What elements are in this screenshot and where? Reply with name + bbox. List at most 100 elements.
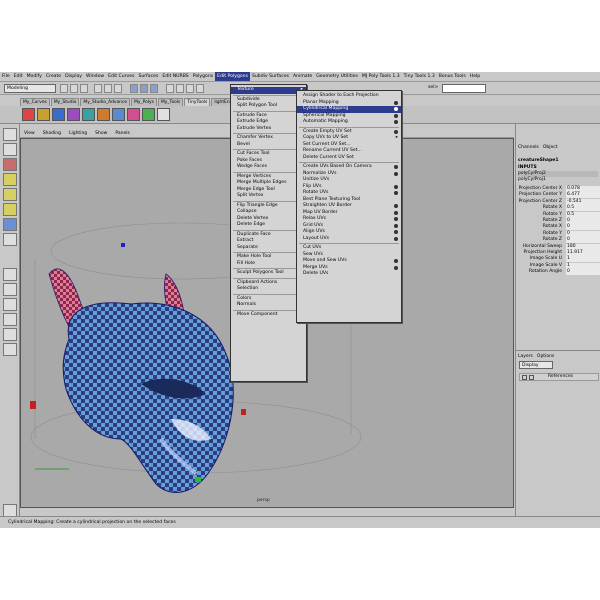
new-scene-icon[interactable] <box>60 84 68 93</box>
option-box-icon[interactable] <box>394 113 398 118</box>
channel-attr-row[interactable]: Image Scale U 1 <box>518 256 600 263</box>
split-icon[interactable] <box>157 108 170 121</box>
plane-icon[interactable] <box>82 108 95 121</box>
menu-item-fill-hole[interactable]: Fill Hole <box>231 261 306 268</box>
menu-display[interactable]: Display <box>63 72 84 81</box>
channel-attr-value[interactable]: 0 <box>566 224 600 231</box>
menu-item-texture[interactable]: Texture▸ <box>231 87 306 94</box>
layer-row[interactable]: References <box>519 373 599 381</box>
option-box-icon[interactable] <box>394 171 398 176</box>
menu-item-bevel[interactable]: Bevel <box>231 142 306 149</box>
snap-point-icon[interactable] <box>150 84 158 93</box>
channel-attr-value[interactable]: 6.477 <box>566 192 600 199</box>
select-hierarchy-icon[interactable] <box>94 84 102 93</box>
select-tool-icon[interactable] <box>3 128 17 141</box>
panel-menu-lighting[interactable]: Lighting <box>65 131 91 136</box>
menu-edit-polygons[interactable]: Edit Polygons <box>215 72 250 81</box>
option-box-icon[interactable] <box>394 236 398 241</box>
menu-item-sculpt-polygons-tool[interactable]: Sculpt Polygons Tool <box>231 270 306 277</box>
layer-tab-layers[interactable]: Layers <box>516 354 535 359</box>
layout-two-icon[interactable] <box>3 298 17 311</box>
layout-hypershade-icon[interactable] <box>3 343 17 356</box>
smooth-icon[interactable] <box>127 108 140 121</box>
cylinder-icon[interactable] <box>52 108 65 121</box>
menu-item-delete-current-uv-set[interactable]: Delete Current UV Set <box>297 155 401 162</box>
panel-menu-shading[interactable]: Shading <box>39 131 65 136</box>
channel-attr-row[interactable]: Rotate Y 0.5 <box>518 211 600 218</box>
paint-select-tool-icon[interactable] <box>3 158 17 171</box>
channel-attr-value[interactable]: 0 <box>566 230 600 237</box>
option-box-icon[interactable] <box>394 217 398 222</box>
channel-attr-row[interactable]: Rotate X 0 <box>518 224 600 231</box>
shelf-tab-my-studio-advance[interactable]: My_Studio_Advance <box>80 98 131 106</box>
channel-tab-object[interactable]: Object <box>541 145 560 150</box>
menu-item-automatic-mapping[interactable]: Automatic Mapping <box>297 119 401 126</box>
channel-attr-value[interactable]: 0 <box>566 269 600 276</box>
menu-tiny-tools-1-3[interactable]: Tiny Tools 1.3 <box>402 72 437 81</box>
menu-help[interactable]: Help <box>468 72 482 81</box>
torus-icon[interactable] <box>67 108 80 121</box>
menu-edit-nurbs[interactable]: Edit NURBS <box>160 72 190 81</box>
menu-surfaces[interactable]: Surfaces <box>136 72 160 81</box>
snap-curve-icon[interactable] <box>140 84 148 93</box>
panel-menu-panels[interactable]: Panels <box>111 131 133 136</box>
menu-animate[interactable]: Animate <box>291 72 314 81</box>
shelf-tab-my-tools[interactable]: My_Tools <box>157 98 184 106</box>
channel-attr-value[interactable]: 1 <box>566 256 600 263</box>
option-box-icon[interactable] <box>394 204 398 209</box>
option-box-icon[interactable] <box>394 184 398 189</box>
channel-attr-value[interactable]: 0.5 <box>566 205 600 212</box>
rotate-tool-icon[interactable] <box>3 188 17 201</box>
menu-item-split-polygon-tool[interactable]: Split Polygon Tool <box>231 103 306 110</box>
layer-display-select[interactable]: Display <box>519 361 553 369</box>
option-box-icon[interactable] <box>394 259 398 264</box>
menu-polygons[interactable]: Polygons <box>191 72 215 81</box>
layout-outliner-icon[interactable] <box>3 313 17 326</box>
option-box-icon[interactable] <box>394 210 398 215</box>
channel-attr-row[interactable]: Rotate X 0.5 <box>518 205 600 212</box>
shelf-tab-my-studio[interactable]: My_Studio <box>50 98 80 106</box>
cube-icon[interactable] <box>22 108 35 121</box>
channel-attr-row[interactable]: Rotate Z 0 <box>518 237 600 244</box>
shelf-tab-my-curves[interactable]: My_Curves <box>20 98 50 106</box>
menu-item-move-component[interactable]: Move Component <box>231 312 306 319</box>
menu-edit-curves[interactable]: Edit Curves <box>106 72 136 81</box>
channel-attr-value[interactable]: 1 <box>566 262 600 269</box>
menu-file[interactable]: File <box>0 72 12 81</box>
menu-bonus-tools[interactable]: Bonus Tools <box>437 72 468 81</box>
select-component-icon[interactable] <box>114 84 122 93</box>
panel-menu-view[interactable]: View <box>20 131 39 136</box>
manipulator-tool-icon[interactable] <box>3 218 17 231</box>
menu-item-layout-uvs[interactable]: Layout UVs <box>297 236 401 243</box>
option-box-icon[interactable] <box>394 230 398 235</box>
menu-item-wedge-faces[interactable]: Wedge Faces <box>231 164 306 171</box>
ipr-render-icon[interactable] <box>186 84 194 93</box>
menu-mj-poly-tools-1-3[interactable]: MJ Poly Tools 1.3 <box>360 72 402 81</box>
channel-attr-value[interactable]: 11.917 <box>566 250 600 256</box>
quick-select-field[interactable] <box>442 84 486 93</box>
lasso-tool-icon[interactable] <box>3 143 17 156</box>
channel-attr-value[interactable]: 0.5 <box>566 211 600 218</box>
template-icon[interactable] <box>529 375 534 380</box>
channel-attr-value[interactable]: 180 <box>566 243 600 250</box>
save-scene-icon[interactable] <box>80 84 88 93</box>
extrude-icon[interactable] <box>142 108 155 121</box>
panel-menu-show[interactable]: Show <box>91 131 111 136</box>
cone-icon[interactable] <box>97 108 110 121</box>
shape-name[interactable]: creatureShape1 <box>518 158 598 164</box>
option-box-icon[interactable] <box>394 120 398 125</box>
option-box-icon[interactable] <box>394 100 398 105</box>
menu-window[interactable]: Window <box>84 72 106 81</box>
input-node-2[interactable]: polyCylProj1 <box>518 177 598 183</box>
render-globals-icon[interactable] <box>196 84 204 93</box>
menu-create[interactable]: Create <box>44 72 63 81</box>
shelf-tab-tinytools[interactable]: TinyTools <box>184 98 211 106</box>
menu-edit[interactable]: Edit <box>12 72 25 81</box>
menu-subdiv-surfaces[interactable]: Subdiv Surfaces <box>250 72 291 81</box>
history-icon[interactable] <box>166 84 174 93</box>
channel-attr-value[interactable]: 0 <box>566 237 600 244</box>
menu-item-separate[interactable]: Separate <box>231 245 306 252</box>
shelf-tab-my-polys[interactable]: My_Polys <box>131 98 157 106</box>
render-icon[interactable] <box>176 84 184 93</box>
open-scene-icon[interactable] <box>70 84 78 93</box>
